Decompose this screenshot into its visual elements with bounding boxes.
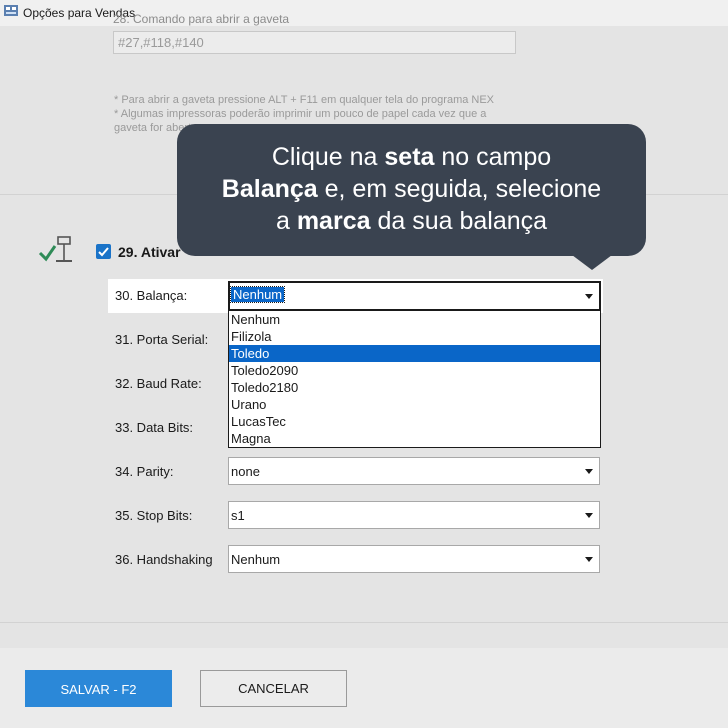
- dropdown-option[interactable]: Magna: [229, 430, 600, 447]
- porta-serial-label: 31. Porta Serial:: [115, 332, 209, 347]
- stop-bits-label: 35. Stop Bits:: [115, 508, 193, 523]
- balanca-label: 30. Balança:: [115, 288, 188, 303]
- app-icon: [4, 5, 18, 16]
- tooltip-bold-text: Balança: [221, 175, 318, 203]
- balanca-select[interactable]: Nenhum: [228, 281, 601, 311]
- tooltip-line: Clique na seta no campo: [177, 141, 646, 173]
- instruction-tooltip: Clique na seta no campo Balança e, em se…: [177, 124, 646, 256]
- tooltip-text: Clique na: [271, 143, 385, 171]
- cancel-button[interactable]: CANCELAR: [200, 670, 347, 707]
- tooltip-text: da sua balança: [370, 207, 548, 235]
- tooltip-line: Balança e, em seguida, selecione: [177, 173, 646, 205]
- balanca-select-value: Nenhum: [229, 286, 286, 303]
- tooltip-line: a marca da sua balança: [177, 205, 646, 237]
- dropdown-option[interactable]: Filizola: [229, 328, 600, 345]
- dropdown-option[interactable]: LucasTec: [229, 413, 600, 430]
- section-divider: [0, 622, 728, 623]
- balanca-dropdown-list[interactable]: Nenhum Filizola Toledo Toledo2090 Toledo…: [228, 310, 601, 448]
- chevron-down-icon[interactable]: [585, 513, 593, 518]
- dropdown-option[interactable]: Toledo2090: [229, 362, 600, 379]
- save-button[interactable]: SALVAR - F2: [25, 670, 172, 707]
- drawer-command-input[interactable]: #27,#118,#140: [113, 31, 516, 54]
- chevron-down-icon[interactable]: [585, 294, 593, 299]
- drawer-note: * Algumas impressoras poderão imprimir u…: [114, 108, 487, 120]
- drawer-note: * Para abrir a gaveta pressione ALT + F1…: [114, 94, 495, 106]
- tooltip-text: a: [275, 207, 297, 235]
- dropdown-option[interactable]: Toledo2180: [229, 379, 600, 396]
- chevron-down-icon[interactable]: [585, 469, 593, 474]
- tooltip-bold-text: marca: [296, 207, 371, 235]
- title-bar: Opções para Vendas: [0, 0, 728, 26]
- tooltip-bold-text: seta: [384, 143, 435, 171]
- drawer-command-label: 28. Comando para abrir a gaveta: [113, 12, 290, 26]
- enable-scale-label: 29. Ativar: [118, 244, 181, 260]
- tooltip-pointer: [572, 255, 612, 270]
- check-icon: [98, 247, 109, 257]
- parity-label: 34. Parity:: [115, 464, 174, 479]
- stop-bits-select-value: s1: [231, 508, 245, 523]
- chevron-down-icon[interactable]: [585, 557, 593, 562]
- baud-rate-label: 32. Baud Rate:: [115, 376, 202, 391]
- scale-check-icon: [38, 236, 72, 262]
- parity-select[interactable]: none: [228, 457, 600, 485]
- tooltip-text: no campo: [434, 143, 552, 171]
- parity-select-value: none: [231, 464, 260, 479]
- tooltip-text: e, em seguida, selecione: [317, 175, 602, 203]
- handshaking-label: 36. Handshaking: [115, 552, 213, 567]
- dropdown-option-highlighted[interactable]: Toledo: [229, 345, 600, 362]
- dropdown-option[interactable]: Urano: [229, 396, 600, 413]
- stop-bits-select[interactable]: s1: [228, 501, 600, 529]
- enable-scale-checkbox[interactable]: [96, 244, 111, 259]
- dropdown-option[interactable]: Nenhum: [229, 311, 600, 328]
- handshaking-select-value: Nenhum: [231, 552, 281, 567]
- handshaking-select[interactable]: Nenhum: [228, 545, 600, 573]
- data-bits-label: 33. Data Bits:: [115, 420, 194, 435]
